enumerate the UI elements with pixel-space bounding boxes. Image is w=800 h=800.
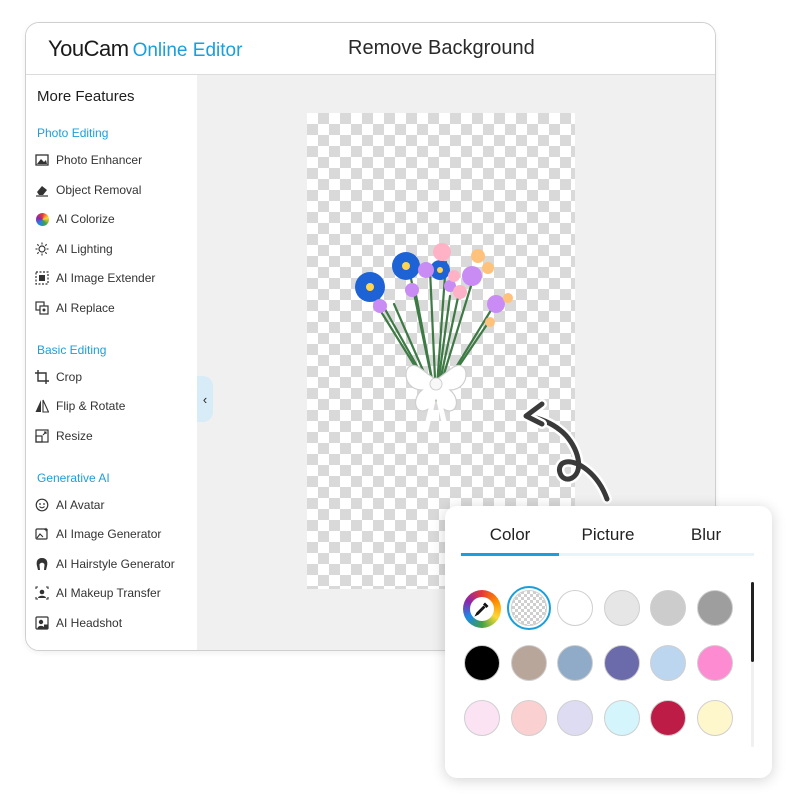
sidebar-item-label: AI Image Extender [56, 271, 156, 285]
sidebar-item-label: AI Hairstyle Generator [56, 557, 175, 571]
tab-picture[interactable]: Picture [559, 522, 657, 556]
sidebar-item-ai-colorize[interactable]: AI Colorize [35, 208, 115, 230]
tab-color[interactable]: Color [461, 522, 559, 556]
logo-product: Online Editor [132, 40, 243, 61]
colorize-icon [35, 212, 49, 226]
sidebar-heading: More Features [37, 88, 135, 105]
sidebar-item-ai-image-extender[interactable]: AI Image Extender [35, 267, 155, 289]
sidebar-item-ai-avatar[interactable]: AI Avatar [35, 494, 104, 516]
sidebar-item-label: AI Avatar [56, 498, 105, 512]
swatch-transparent[interactable] [506, 586, 551, 630]
color-swatch[interactable] [557, 645, 593, 681]
logo[interactable]: YouCam Online Editor [48, 36, 242, 62]
color-swatch[interactable] [464, 645, 500, 681]
top-bar: YouCam Online Editor Remove Background [26, 23, 715, 75]
replace-icon [35, 301, 49, 315]
color-swatch[interactable] [696, 645, 733, 681]
eyedropper-icon [470, 597, 494, 621]
logo-brand: YouCam [48, 36, 129, 61]
color-swatch[interactable] [696, 700, 733, 736]
sidebar-item-label: AI Replace [56, 301, 115, 315]
section-title-generative-ai: Generative AI [37, 471, 110, 485]
image-generator-icon [35, 527, 49, 541]
sidebar-item-label: Crop [56, 370, 83, 384]
section-title-basic-editing: Basic Editing [37, 343, 107, 357]
headshot-icon [35, 616, 49, 630]
sidebar-item-ai-replace[interactable]: AI Replace [35, 297, 115, 319]
extend-icon [35, 271, 49, 285]
color-swatch[interactable] [510, 700, 547, 736]
color-swatch[interactable] [557, 590, 593, 626]
sidebar-item-object-removal[interactable]: Object Removal [35, 179, 141, 201]
sidebar: More Features Photo Editing Photo Enhanc… [26, 75, 197, 650]
color-picker-button[interactable] [463, 590, 501, 628]
color-swatch[interactable] [510, 645, 547, 681]
tab-blur[interactable]: Blur [657, 522, 755, 556]
makeup-icon [35, 586, 49, 600]
background-options-panel: Color Picture Blur [445, 506, 772, 778]
hairstyle-icon [35, 557, 49, 571]
sidebar-item-label: Photo Enhancer [56, 153, 143, 167]
color-swatch[interactable] [650, 590, 686, 626]
crop-icon [35, 370, 49, 384]
color-swatch[interactable] [603, 700, 640, 736]
sun-icon [35, 242, 49, 256]
color-swatch[interactable] [603, 645, 640, 681]
sidebar-item-label: AI Headshot [56, 616, 123, 630]
flip-icon [35, 399, 49, 413]
sidebar-item-photo-enhancer[interactable]: Photo Enhancer [35, 149, 142, 171]
color-swatch[interactable] [650, 700, 686, 736]
sidebar-item-ai-image-generator[interactable]: AI Image Generator [35, 523, 161, 545]
color-swatch[interactable] [603, 590, 640, 626]
sidebar-item-resize[interactable]: Resize [35, 425, 93, 447]
sidebar-item-label: Resize [56, 429, 93, 443]
sidebar-item-ai-makeup-transfer[interactable]: AI Makeup Transfer [35, 582, 161, 604]
collapse-sidebar-button[interactable]: ‹ [197, 376, 213, 422]
sidebar-item-label: AI Colorize [56, 212, 115, 226]
scrollbar-thumb[interactable] [751, 582, 754, 662]
sidebar-item-label: AI Lighting [56, 242, 113, 256]
resize-icon [35, 429, 49, 443]
sidebar-item-ai-lighting[interactable]: AI Lighting [35, 238, 113, 260]
color-swatch[interactable] [696, 590, 733, 626]
sidebar-item-label: Object Removal [56, 183, 142, 197]
smiley-icon [35, 498, 49, 512]
sidebar-item-label: AI Makeup Transfer [56, 586, 161, 600]
color-swatch[interactable] [464, 700, 500, 736]
background-tabs: Color Picture Blur [461, 522, 755, 556]
section-title-photo-editing: Photo Editing [37, 126, 109, 140]
sidebar-item-label: AI Image Generator [56, 527, 162, 541]
sidebar-item-ai-hairstyle-generator[interactable]: AI Hairstyle Generator [35, 553, 175, 575]
color-swatch[interactable] [557, 700, 593, 736]
sidebar-item-crop[interactable]: Crop [35, 366, 82, 388]
sidebar-item-flip-rotate[interactable]: Flip & Rotate [35, 395, 125, 417]
curved-arrow-icon [521, 399, 612, 504]
sidebar-item-ai-headshot[interactable]: AI Headshot [35, 612, 122, 634]
page-title: Remove Background [348, 37, 535, 59]
color-swatch[interactable] [650, 645, 686, 681]
active-tab-indicator [461, 553, 559, 556]
sidebar-item-label: Flip & Rotate [56, 399, 126, 413]
eraser-icon [35, 183, 49, 197]
chevron-left-icon: ‹ [202, 391, 208, 407]
bouquet-image [355, 243, 513, 431]
photo-enhancer-icon [35, 153, 49, 167]
